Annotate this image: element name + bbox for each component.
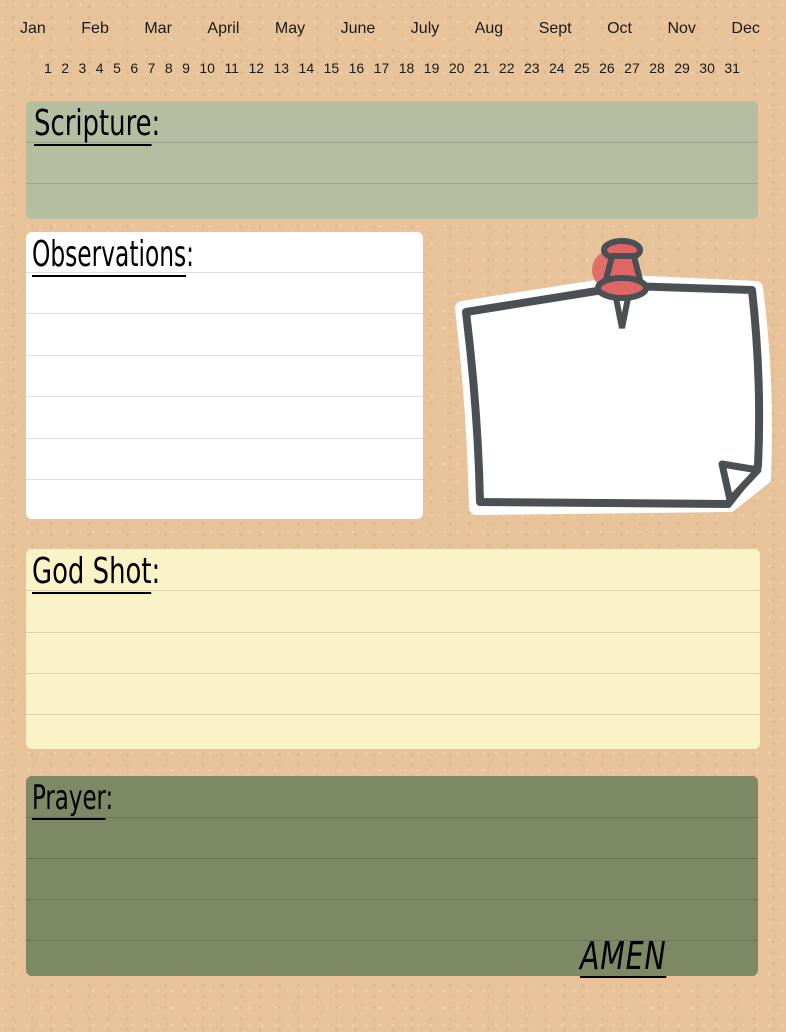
day-30[interactable]: 30 (699, 60, 715, 76)
month-sept[interactable]: Sept (539, 20, 572, 38)
day-12[interactable]: 12 (248, 60, 264, 76)
prayer-title: Prayer: (32, 778, 114, 820)
observations-section[interactable]: Observations: (26, 232, 423, 519)
month-may[interactable]: May (275, 20, 305, 38)
day-24[interactable]: 24 (549, 60, 565, 76)
day-29[interactable]: 29 (674, 60, 690, 76)
day-8[interactable]: 8 (165, 60, 173, 76)
scripture-section[interactable]: Scripture: (26, 101, 758, 219)
day-27[interactable]: 27 (624, 60, 640, 76)
day-17[interactable]: 17 (374, 60, 390, 76)
day-21[interactable]: 21 (474, 60, 490, 76)
day-25[interactable]: 25 (574, 60, 590, 76)
month-nov[interactable]: Nov (667, 20, 695, 38)
day-26[interactable]: 26 (599, 60, 615, 76)
month-july[interactable]: July (411, 20, 439, 38)
day-4[interactable]: 4 (96, 60, 104, 76)
god-shot-title: God Shot: (32, 551, 161, 594)
day-9[interactable]: 9 (182, 60, 190, 76)
day-22[interactable]: 22 (499, 60, 515, 76)
pinned-note-icon (455, 238, 772, 515)
month-june[interactable]: June (341, 20, 376, 38)
day-selector: 1 2 3 4 5 6 7 8 9 10 11 12 13 14 15 16 17 18 19 20 21 22 23 24 2… (44, 60, 740, 76)
day-3[interactable]: 3 (79, 60, 87, 76)
day-20[interactable]: 20 (449, 60, 465, 76)
day-13[interactable]: 13 (274, 60, 290, 76)
scripture-title: Scripture: (34, 103, 161, 146)
day-31[interactable]: 31 (724, 60, 740, 76)
god-shot-section[interactable]: God Shot: (26, 549, 760, 749)
month-jan[interactable]: Jan (20, 20, 46, 38)
day-2[interactable]: 2 (61, 60, 69, 76)
month-april[interactable]: April (207, 20, 239, 38)
day-6[interactable]: 6 (130, 60, 138, 76)
day-28[interactable]: 28 (649, 60, 665, 76)
month-oct[interactable]: Oct (607, 20, 632, 38)
amen-label: AMEN (580, 934, 667, 978)
day-15[interactable]: 15 (324, 60, 340, 76)
day-23[interactable]: 23 (524, 60, 540, 76)
day-11[interactable]: 11 (224, 60, 239, 76)
day-18[interactable]: 18 (399, 60, 415, 76)
month-feb[interactable]: Feb (81, 20, 109, 38)
day-5[interactable]: 5 (113, 60, 121, 76)
day-7[interactable]: 7 (148, 60, 156, 76)
observations-title: Observations: (32, 234, 195, 277)
month-mar[interactable]: Mar (144, 20, 172, 38)
day-14[interactable]: 14 (299, 60, 315, 76)
day-19[interactable]: 19 (424, 60, 440, 76)
month-selector: Jan Feb Mar April May June July Aug Sept Oct Nov De… (20, 20, 760, 38)
day-1[interactable]: 1 (44, 60, 52, 76)
day-16[interactable]: 16 (349, 60, 365, 76)
month-aug[interactable]: Aug (475, 20, 503, 38)
month-dec[interactable]: Dec (731, 20, 759, 38)
day-10[interactable]: 10 (199, 60, 215, 76)
